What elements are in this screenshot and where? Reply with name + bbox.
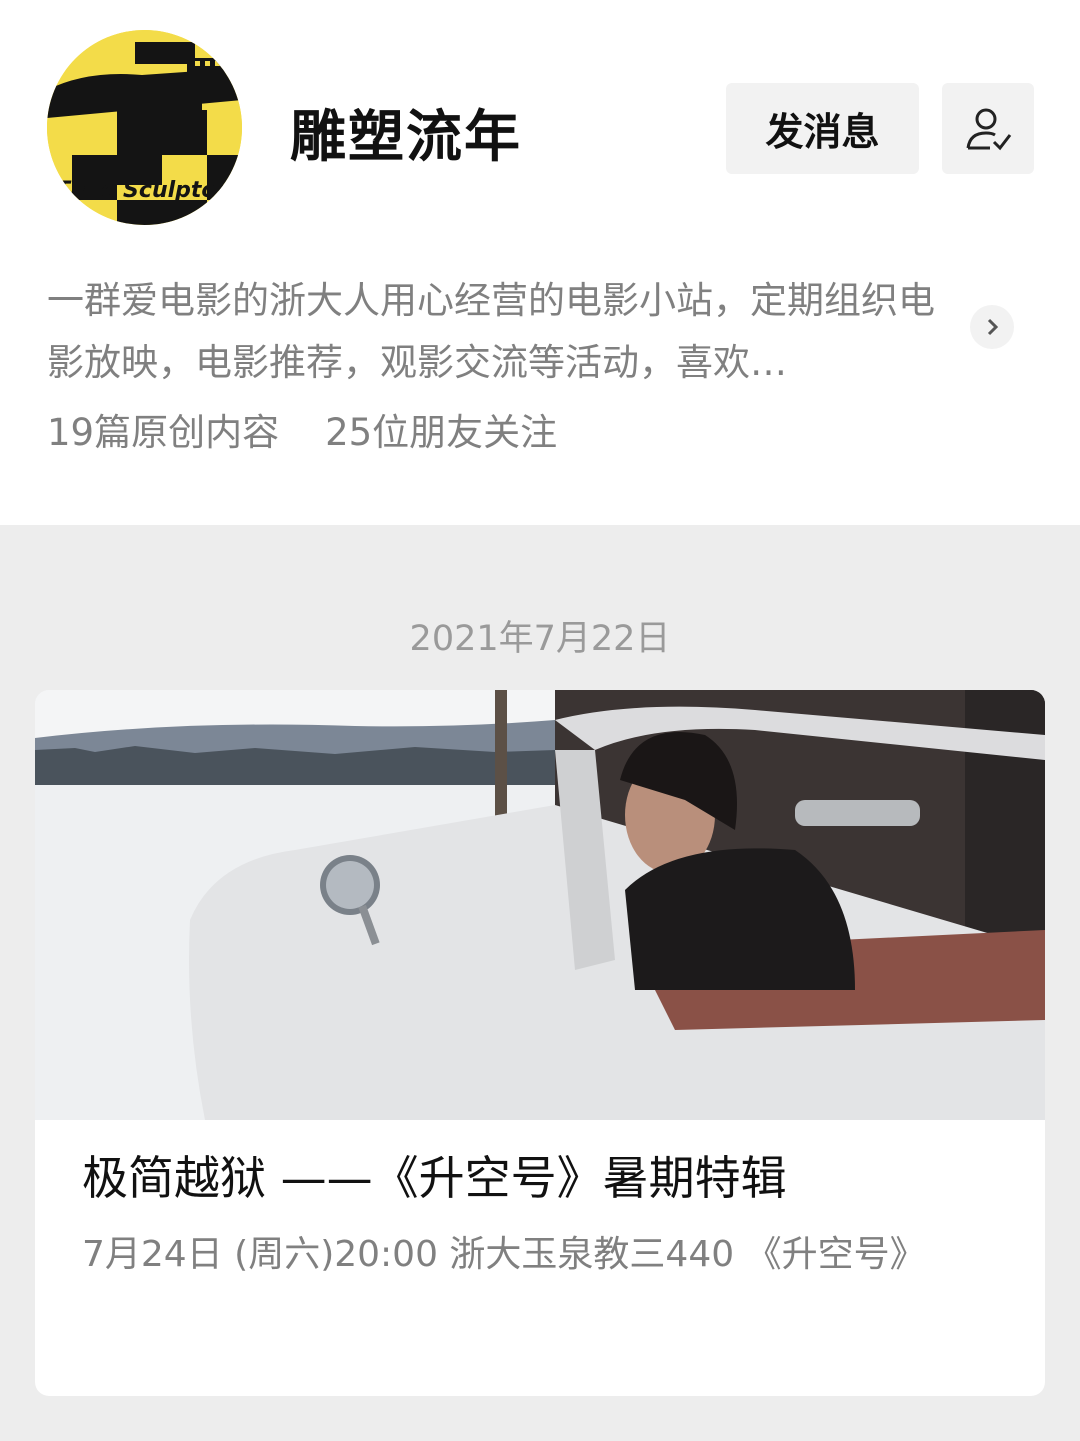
- article-card[interactable]: 极简越狱 ——《升空号》暑期特辑 7月24日 (周六)20:00 浙大玉泉教三4…: [35, 690, 1045, 1396]
- description-expand[interactable]: [970, 305, 1014, 349]
- article-cover-image: [35, 690, 1045, 1120]
- account-name: 雕塑流年: [290, 105, 522, 170]
- original-count[interactable]: 19篇原创内容: [47, 411, 279, 454]
- article-title[interactable]: 极简越狱 ——《升空号》暑期特辑: [82, 1148, 1002, 1208]
- friends-following[interactable]: 25位朋友关注: [325, 411, 557, 454]
- send-message-button[interactable]: 发消息: [726, 83, 919, 174]
- chevron-right-icon: [987, 318, 999, 336]
- account-avatar[interactable]: Time Sculptor: [47, 30, 242, 225]
- feed-date: 2021年7月22日: [409, 619, 671, 659]
- user-check-icon: [966, 108, 1012, 150]
- account-stats: 19篇原创内容 25位朋友关注: [47, 406, 557, 460]
- article-subtitle: 7月24日 (周六)20:00 浙大玉泉教三440 《升空号》: [82, 1234, 926, 1275]
- account-profile: Time Sculptor 雕塑流年 发消息 一群爱电影的浙大人用心经营的电影小…: [0, 0, 1080, 525]
- avatar-logo-text: Time Sculptor: [55, 178, 229, 203]
- account-description[interactable]: 一群爱电影的浙大人用心经营的电影小站，定期组织电影放映，电影推荐，观影交流等活动…: [47, 270, 957, 394]
- follow-button[interactable]: [942, 83, 1034, 174]
